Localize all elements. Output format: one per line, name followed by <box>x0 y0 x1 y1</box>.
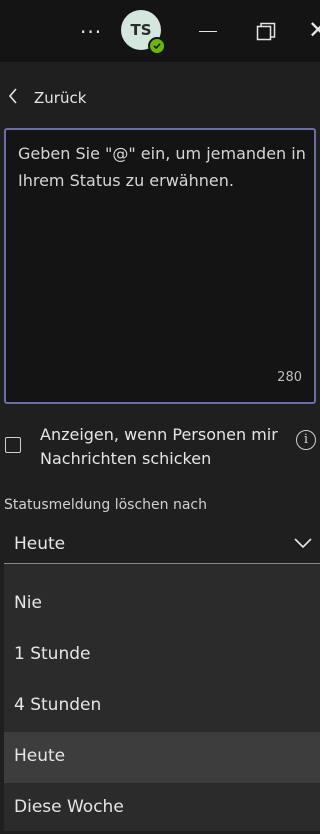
close-button[interactable]: ✕ <box>308 18 320 42</box>
restore-button[interactable] <box>256 22 276 42</box>
menu-item-label: Heute <box>14 746 66 766</box>
minimize-button[interactable] <box>199 31 217 32</box>
menu-item-1-stunde[interactable]: 1 Stunde <box>4 630 320 681</box>
clear-after-label: Statusmeldung löschen nach <box>4 497 207 513</box>
presence-available-icon <box>148 37 166 55</box>
character-count: 280 <box>277 370 302 385</box>
clear-after-selected: Heute <box>14 534 66 554</box>
chevron-left-icon <box>8 88 17 104</box>
more-options-button[interactable]: ··· <box>80 20 102 44</box>
notify-option-row: Anzeigen, wenn Personen mir Nachrichten … <box>0 420 320 480</box>
status-message-input[interactable]: Geben Sie "@" ein, um jemanden in Ihrem … <box>4 128 316 404</box>
clear-after-dropdown[interactable]: Heute <box>4 524 320 564</box>
menu-item-diese-woche[interactable]: Diese Woche <box>4 783 320 834</box>
chevron-down-icon <box>294 538 312 548</box>
title-bar: ··· TS ✕ <box>0 0 320 62</box>
info-icon[interactable]: i <box>296 430 316 450</box>
check-icon <box>153 43 161 50</box>
menu-item-label: Nie <box>14 593 42 613</box>
menu-item-heute[interactable]: Heute <box>4 732 320 783</box>
clear-after-menu: Nie 1 Stunde 4 Stunden Heute Diese Woche <box>4 564 320 831</box>
menu-item-nie[interactable]: Nie <box>4 579 320 630</box>
notify-checkbox[interactable] <box>5 437 21 453</box>
menu-item-label: 1 Stunde <box>14 644 91 664</box>
menu-item-4-stunden[interactable]: 4 Stunden <box>4 681 320 732</box>
avatar-initials: TS <box>130 21 152 39</box>
status-placeholder: Geben Sie "@" ein, um jemanden in Ihrem … <box>18 144 306 190</box>
menu-item-label: Diese Woche <box>14 797 124 817</box>
back-button[interactable]: Zurück <box>0 62 320 128</box>
menu-item-label: 4 Stunden <box>14 695 102 715</box>
restore-icon <box>256 22 276 41</box>
notify-label[interactable]: Anzeigen, wenn Personen mir Nachrichten … <box>40 423 280 471</box>
back-label: Zurück <box>34 89 87 107</box>
